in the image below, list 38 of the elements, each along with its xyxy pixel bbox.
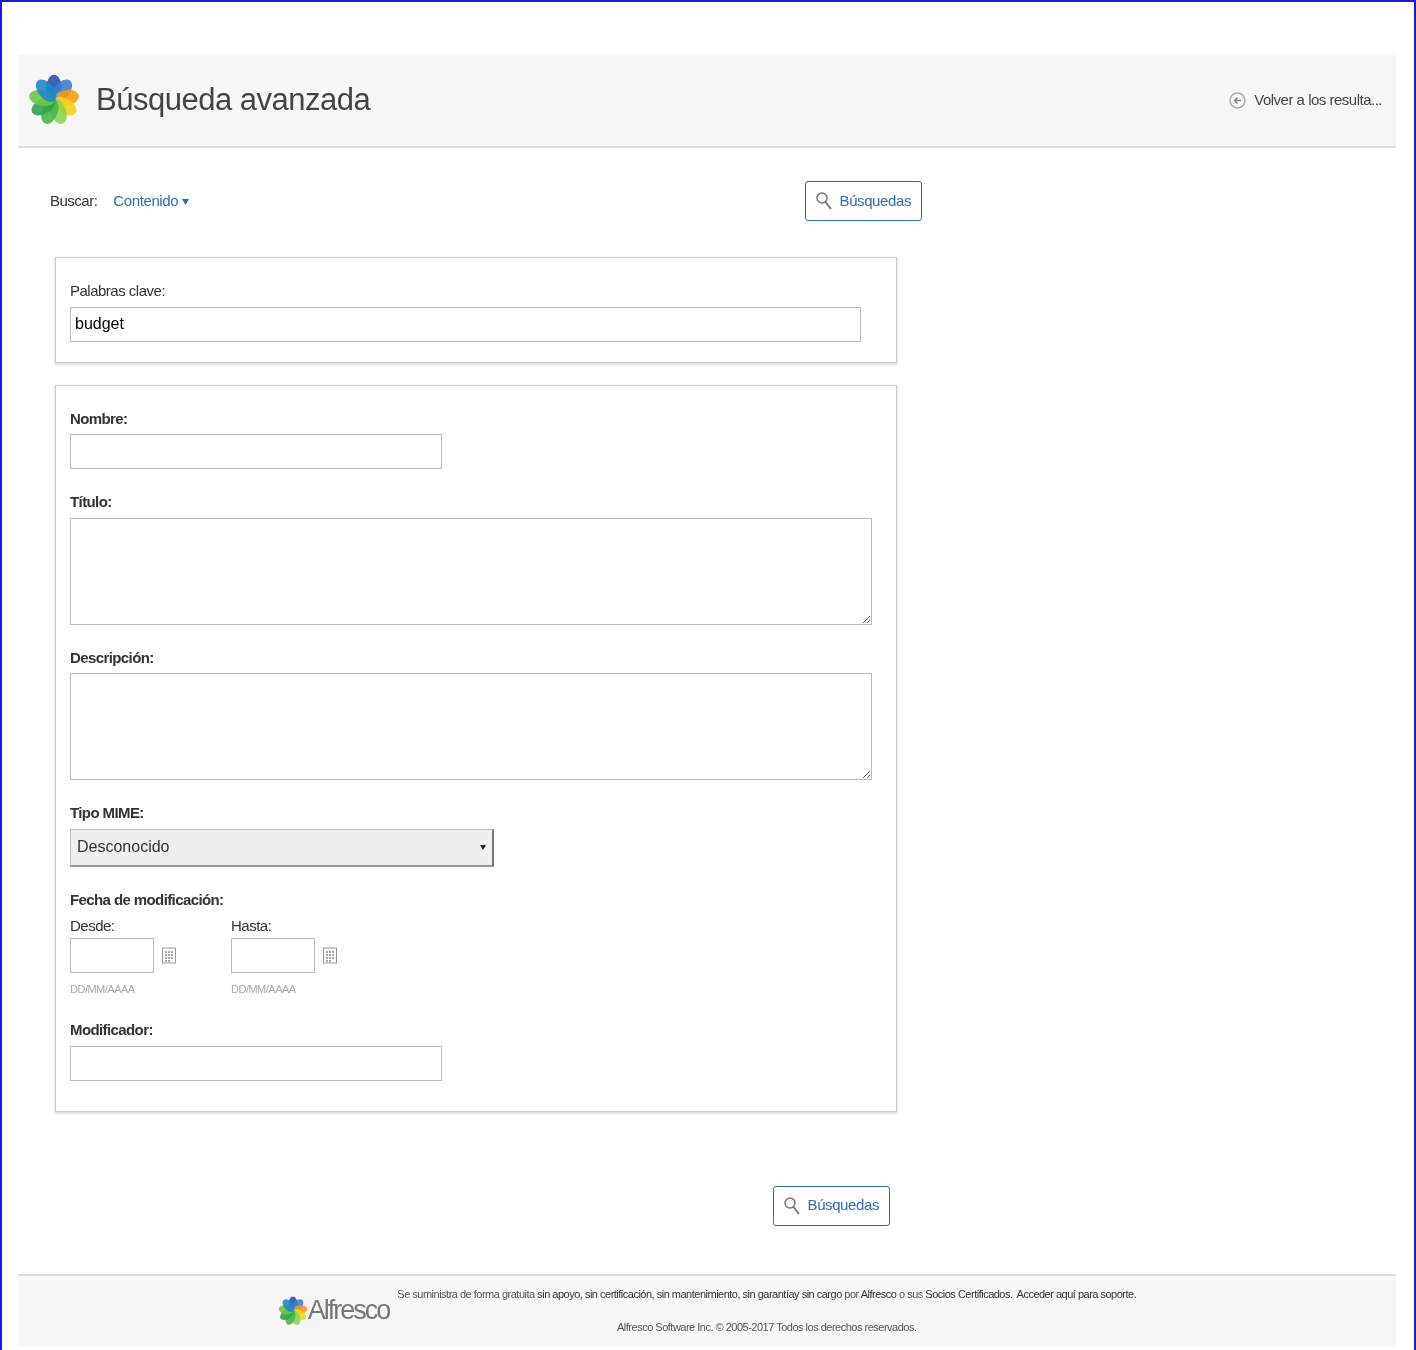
date-field[interactable] — [231, 937, 315, 973]
field-label: Descripción: — [70, 647, 155, 668]
field-label: Fecha de modificación: — [70, 889, 225, 910]
search-label: Buscar: — [50, 190, 98, 211]
search-button[interactable]: Búsquedas — [772, 1185, 890, 1226]
date-field[interactable] — [70, 937, 154, 973]
support-link[interactable]: Acceder aquí para soporte. — [1016, 1286, 1137, 1303]
scope-dropdown[interactable]: Contenido — [113, 189, 189, 213]
text-field[interactable] — [70, 434, 442, 469]
search-icon — [815, 192, 832, 210]
text-field[interactable] — [70, 1045, 442, 1081]
keywords-field[interactable]: budget — [70, 306, 861, 342]
select-field[interactable]: Desconocido — [70, 828, 494, 867]
logo-icon — [277, 1295, 308, 1326]
notice-text: Se suministra de forma gratuita sin apoyo, sin certificación, sin mantenimiento, sin garantíay sin cargo por Alfresco o sus Socios Certificados. — [397, 1287, 1013, 1302]
calendar-icon[interactable] — [162, 946, 176, 964]
field-label: Desde: — [70, 916, 116, 936]
page-title: Búsqueda avanzada — [96, 80, 371, 119]
field-label: Título: — [70, 492, 113, 512]
copyright-text: Alfresco Software Inc. © 2005-2017 Todos los derechos reservados. — [617, 1319, 917, 1335]
logo-text: Alfresco — [307, 1294, 390, 1328]
field-label: Tipo MIME: — [70, 803, 145, 823]
search-button[interactable]: Búsquedas — [804, 181, 922, 221]
logo-icon — [28, 74, 80, 126]
date-format-hint: DD/MM/AAAA — [70, 981, 136, 997]
date-format-hint: DD/MM/AAAA — [231, 981, 297, 997]
search-icon — [783, 1196, 800, 1215]
back-link[interactable]: Volver a los resulta... — [1229, 88, 1382, 112]
caret-icon — [480, 844, 486, 850]
field-label: Hasta: — [231, 916, 273, 936]
text-area[interactable] — [70, 517, 872, 625]
caret-icon — [181, 198, 189, 205]
field-label: Modificador: — [70, 1020, 154, 1040]
text-area[interactable] — [70, 673, 872, 780]
back-icon — [1229, 91, 1247, 109]
field-label: Palabras clave: — [70, 281, 167, 301]
calendar-icon[interactable] — [323, 946, 337, 964]
field-label: Nombre: — [70, 408, 129, 429]
